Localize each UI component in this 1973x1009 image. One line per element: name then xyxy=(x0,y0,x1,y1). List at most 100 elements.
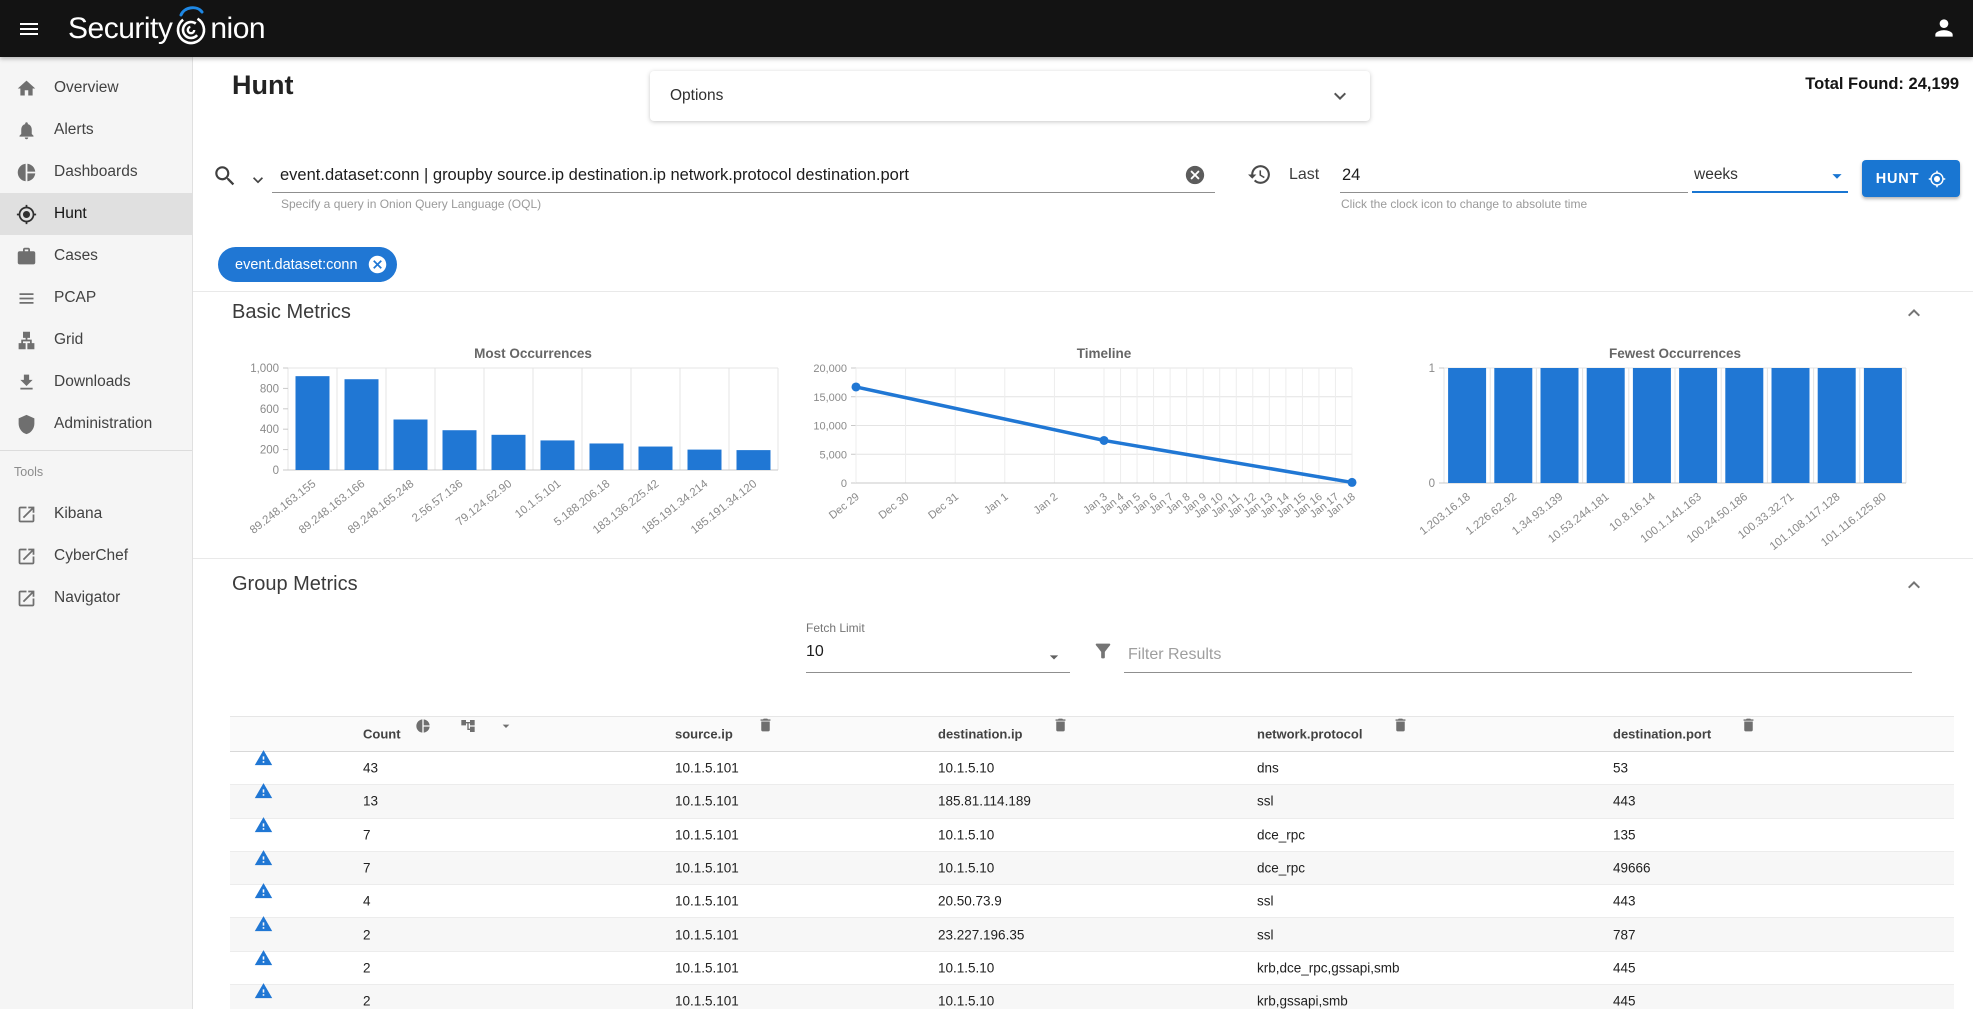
cell-network.protocol[interactable]: dce_rpc xyxy=(1257,827,1305,842)
search-icon[interactable] xyxy=(212,163,238,189)
cell-Count[interactable]: 4 xyxy=(363,894,371,909)
cell-destination.port[interactable]: 49666 xyxy=(1613,861,1651,876)
cell-destination.ip[interactable]: 10.1.5.10 xyxy=(938,827,994,842)
column-header-network.protocol[interactable]: network.protocol xyxy=(1257,727,1362,742)
table-row[interactable]: 2 10.1.5.101 23.227.196.35 ssl 787 xyxy=(230,918,1954,951)
cell-destination.port[interactable]: 53 xyxy=(1613,761,1628,776)
cell-network.protocol[interactable]: ssl xyxy=(1257,927,1274,942)
cell-destination.port[interactable]: 443 xyxy=(1613,794,1636,809)
cell-destination.ip[interactable]: 23.227.196.35 xyxy=(938,927,1024,942)
user-account-icon[interactable] xyxy=(1931,15,1957,41)
fetch-limit-select[interactable]: 10 xyxy=(806,643,824,661)
cell-destination.port[interactable]: 787 xyxy=(1613,927,1636,942)
cell-network.protocol[interactable]: ssl xyxy=(1257,894,1274,909)
remove-filter-icon[interactable] xyxy=(367,254,388,275)
cell-source.ip[interactable]: 10.1.5.101 xyxy=(675,761,739,776)
menu-icon[interactable] xyxy=(17,17,41,41)
table-row[interactable]: 2 10.1.5.101 10.1.5.10 krb,gssapi,smb 445 xyxy=(230,985,1954,1009)
cell-destination.ip[interactable]: 20.50.73.9 xyxy=(938,894,1002,909)
column-header-count[interactable]: Count xyxy=(363,727,401,742)
sidebar-item-administration[interactable]: Administration xyxy=(0,403,192,445)
row-warning-icon[interactable] xyxy=(254,815,273,834)
row-warning-icon[interactable] xyxy=(254,915,273,934)
timeline-chart[interactable]: Timeline05,00010,00015,00020,000Dec 29De… xyxy=(790,342,1368,560)
sidebar-tool-cyberchef[interactable]: CyberChef xyxy=(0,535,192,577)
row-warning-icon[interactable] xyxy=(254,749,273,768)
cell-Count[interactable]: 43 xyxy=(363,761,378,776)
row-warning-icon[interactable] xyxy=(254,982,273,1001)
most-occurrences-chart[interactable]: Most Occurrences02004006008001,00089.248… xyxy=(232,342,792,554)
cell-network.protocol[interactable]: dce_rpc xyxy=(1257,861,1305,876)
sidebar-tool-kibana[interactable]: Kibana xyxy=(0,493,192,535)
cell-destination.port[interactable]: 443 xyxy=(1613,894,1636,909)
hunt-button[interactable]: HUNT xyxy=(1862,160,1960,197)
filter-chip[interactable]: event.dataset:conn xyxy=(218,247,397,282)
column-header-source.ip[interactable]: source.ip xyxy=(675,727,733,742)
cell-network.protocol[interactable]: dns xyxy=(1257,761,1279,776)
remove-column-icon[interactable] xyxy=(1392,717,1409,734)
row-warning-icon[interactable] xyxy=(254,882,273,901)
row-warning-icon[interactable] xyxy=(254,848,273,867)
cell-source.ip[interactable]: 10.1.5.101 xyxy=(675,827,739,842)
duration-units-select[interactable]: weeks xyxy=(1692,157,1848,193)
cell-network.protocol[interactable]: ssl xyxy=(1257,794,1274,809)
sidebar-item-pcap[interactable]: PCAP xyxy=(0,277,192,319)
remove-column-icon[interactable] xyxy=(757,717,774,734)
sidebar-tool-navigator[interactable]: Navigator xyxy=(0,577,192,619)
collapse-basic-metrics-icon[interactable] xyxy=(1902,301,1926,325)
sidebar-item-hunt[interactable]: Hunt xyxy=(0,193,192,235)
duration-input[interactable] xyxy=(1340,166,1688,192)
pie-chart-icon[interactable] xyxy=(415,718,431,734)
caret-down-icon[interactable] xyxy=(1826,165,1848,191)
table-row[interactable]: 2 10.1.5.101 10.1.5.10 krb,dce_rpc,gssapi,s… xyxy=(230,952,1954,985)
column-menu-caret-icon[interactable] xyxy=(498,718,514,734)
cell-Count[interactable]: 7 xyxy=(363,827,371,842)
query-history-chevron-icon[interactable] xyxy=(248,170,268,190)
sidebar-item-dashboards[interactable]: Dashboards xyxy=(0,151,192,193)
cell-Count[interactable]: 13 xyxy=(363,794,378,809)
cell-destination.ip[interactable]: 185.81.114.189 xyxy=(938,794,1031,809)
options-expander[interactable]: Options xyxy=(650,71,1370,121)
chevron-down-icon[interactable] xyxy=(1328,84,1352,108)
filter-results-input[interactable] xyxy=(1124,646,1912,672)
caret-down-icon[interactable] xyxy=(1044,647,1064,667)
sidebar-item-downloads[interactable]: Downloads xyxy=(0,361,192,403)
cell-destination.ip[interactable]: 10.1.5.10 xyxy=(938,761,994,776)
cell-Count[interactable]: 7 xyxy=(363,861,371,876)
history-clock-icon[interactable] xyxy=(1247,162,1272,187)
cell-destination.port[interactable]: 445 xyxy=(1613,960,1636,975)
cell-destination.ip[interactable]: 10.1.5.10 xyxy=(938,994,994,1009)
cell-destination.ip[interactable]: 10.1.5.10 xyxy=(938,861,994,876)
table-row[interactable]: 13 10.1.5.101 185.81.114.189 ssl 443 xyxy=(230,785,1954,818)
cell-Count[interactable]: 2 xyxy=(363,927,371,942)
table-row[interactable]: 7 10.1.5.101 10.1.5.10 dce_rpc 49666 xyxy=(230,852,1954,885)
sidebar-item-cases[interactable]: Cases xyxy=(0,235,192,277)
cell-network.protocol[interactable]: krb,gssapi,smb xyxy=(1257,994,1348,1009)
sidebar-item-alerts[interactable]: Alerts xyxy=(0,109,192,151)
cell-destination.port[interactable]: 445 xyxy=(1613,994,1636,1009)
sidebar-item-overview[interactable]: Overview xyxy=(0,67,192,109)
cell-Count[interactable]: 2 xyxy=(363,960,371,975)
cell-Count[interactable]: 2 xyxy=(363,994,371,1009)
cell-source.ip[interactable]: 10.1.5.101 xyxy=(675,927,739,942)
cell-network.protocol[interactable]: krb,dce_rpc,gssapi,smb xyxy=(1257,960,1400,975)
column-header-destination.port[interactable]: destination.port xyxy=(1613,727,1711,742)
table-row[interactable]: 43 10.1.5.101 10.1.5.10 dns 53 xyxy=(230,752,1954,785)
query-input[interactable] xyxy=(272,166,1215,192)
fewest-occurrences-chart[interactable]: Fewest Occurrences011.203.16.181.226.62.… xyxy=(1420,342,1973,560)
remove-column-icon[interactable] xyxy=(1740,717,1757,734)
sidebar-item-grid[interactable]: Grid xyxy=(0,319,192,361)
remove-column-icon[interactable] xyxy=(1052,717,1069,734)
table-row[interactable]: 4 10.1.5.101 20.50.73.9 ssl 443 xyxy=(230,885,1954,918)
cell-source.ip[interactable]: 10.1.5.101 xyxy=(675,994,739,1009)
cell-source.ip[interactable]: 10.1.5.101 xyxy=(675,894,739,909)
cell-source.ip[interactable]: 10.1.5.101 xyxy=(675,861,739,876)
collapse-group-metrics-icon[interactable] xyxy=(1902,573,1926,597)
cell-destination.ip[interactable]: 10.1.5.10 xyxy=(938,960,994,975)
cell-destination.port[interactable]: 135 xyxy=(1613,827,1636,842)
row-warning-icon[interactable] xyxy=(254,782,273,801)
cell-source.ip[interactable]: 10.1.5.101 xyxy=(675,794,739,809)
group-visual-icon[interactable] xyxy=(460,718,476,734)
cell-source.ip[interactable]: 10.1.5.101 xyxy=(675,960,739,975)
row-warning-icon[interactable] xyxy=(254,948,273,967)
